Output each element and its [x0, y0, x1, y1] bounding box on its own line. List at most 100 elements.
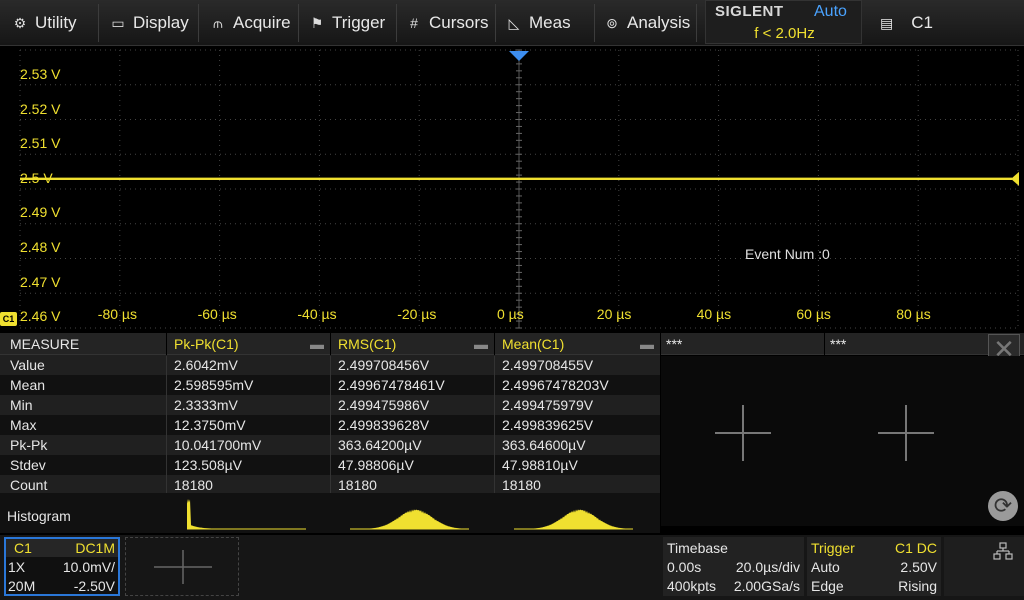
top-menu-bar: ⚙ Utility ▭ Display ⫙ Acquire ⚑ Trigger … — [0, 0, 1024, 46]
waveform-display[interactable]: 2.53 V 2.52 V 2.51 V 2.5 V 2.49 V 2.48 V 2.47 … — [0, 48, 1024, 330]
measure-value: 363.64600µV — [502, 437, 586, 453]
voltage-label: 2.52 V — [20, 100, 61, 117]
measure-row-label: Max — [10, 417, 37, 433]
vertical-scale: 10.0mV/ — [62, 559, 115, 575]
column-menu-icon: ▬ — [474, 336, 488, 352]
network-icon — [993, 542, 1013, 560]
measure-row-label: Stdev — [10, 457, 46, 473]
time-label: -20 µs — [397, 306, 437, 322]
trigger-type: Edge — [811, 578, 844, 594]
measure-value: 18180 — [338, 477, 377, 493]
column-menu-icon: ▬ — [640, 336, 654, 352]
menu-analysis[interactable]: ⊚ Analysis — [604, 0, 690, 46]
measure-header: MEASURE — [0, 333, 166, 355]
measure-row-label: Pk-Pk — [10, 437, 48, 453]
histogram-pkpk — [187, 499, 306, 530]
measure-value: 363.64200µV — [338, 437, 422, 453]
menu-separator — [696, 4, 697, 42]
measure-row-label: Count — [10, 477, 48, 493]
timebase-info[interactable]: Timebase 0.00s 20.0µs/div 400kpts 2.00GS… — [663, 537, 804, 596]
measure-column-mean[interactable]: Mean(C1) ▬ — [495, 333, 660, 355]
menu-cursors[interactable]: # Cursors — [406, 0, 489, 46]
time-label: 60 µs — [796, 306, 831, 322]
trigger-mode-status: Auto — [814, 3, 847, 20]
menu-acquire[interactable]: ⫙ Acquire — [210, 0, 291, 46]
menu-separator — [98, 4, 99, 42]
measure-column-pkpk[interactable]: Pk-Pk(C1) ▬ — [167, 333, 330, 355]
menu-separator — [495, 4, 496, 42]
channel-1-info[interactable]: C1 DC1M 1X 10.0mV/ 20M -2.50V — [4, 537, 120, 596]
menu-cursors-label: Cursors — [429, 13, 489, 32]
empty-measure-slots — [661, 356, 1024, 526]
measure-column-rms[interactable]: RMS(C1) ▬ — [331, 333, 494, 355]
channel-offset-marker[interactable]: C1 — [0, 312, 17, 326]
measure-value: 2.499708455V — [502, 357, 594, 373]
bandwidth-limit: 20M — [8, 578, 36, 594]
trigger-slope: Rising — [898, 578, 937, 594]
trigger-source: C1 DC — [894, 540, 937, 556]
time-label: 80 µs — [896, 306, 931, 322]
measure-row-label: Value — [10, 357, 45, 373]
trigger-title: Trigger — [811, 540, 855, 556]
measurement-panel: MEASURE Pk-Pk(C1) ▬ RMS(C1) ▬ Mean(C1) ▬ **… — [0, 333, 1024, 533]
histogram-row: Histogram — [0, 493, 660, 533]
measure-value: 18180 — [174, 477, 213, 493]
trigger-info[interactable]: Trigger C1 DC Auto 2.50V Edge Rising — [807, 537, 941, 596]
menu-trigger[interactable]: ⚑ Trigger — [309, 0, 386, 46]
measure-row-label: Mean — [10, 377, 46, 393]
measure-value: 2.3333mV — [174, 397, 238, 413]
time-label: 0 µs — [497, 306, 524, 322]
monitor-icon: ▭ — [111, 14, 125, 31]
measure-value: 2.499839625V — [502, 417, 594, 433]
voltage-label: 2.53 V — [20, 66, 61, 82]
measure-value: 47.98806µV — [338, 457, 414, 473]
channel-coupling: DC1M — [75, 540, 115, 556]
menu-utility[interactable]: ⚙ Utility — [12, 0, 77, 46]
network-status[interactable] — [944, 537, 1024, 596]
histogram-area — [350, 509, 469, 529]
histogram-mean — [514, 509, 633, 530]
measure-icon: ◺ — [508, 14, 520, 31]
menu-meas-label: Meas — [529, 13, 571, 32]
histogram-area — [514, 509, 633, 529]
gear-icon: ⚙ — [13, 14, 27, 31]
voltage-label: 2.46 V — [20, 308, 61, 325]
measure-column-mean-label: Mean(C1) — [502, 336, 565, 352]
menu-meas[interactable]: ◺ Meas — [506, 0, 571, 46]
event-number: Event Num :0 — [745, 246, 830, 262]
voltage-label: 2.48 V — [20, 239, 61, 255]
acquire-icon: ⫙ — [213, 14, 223, 31]
measure-row-label: Min — [10, 397, 33, 413]
add-slot-graphics — [715, 405, 934, 461]
voltage-label: 2.51 V — [20, 135, 61, 152]
sample-rate: 2.00GSa/s — [733, 578, 800, 594]
trigger-mode: Auto — [811, 559, 840, 575]
document-icon: ▤ — [880, 14, 894, 31]
menu-trigger-label: Trigger — [332, 13, 386, 32]
reset-statistics-button[interactable]: ⟳ — [988, 491, 1018, 521]
menu-separator — [198, 4, 199, 42]
measure-value: 2.499475986V — [338, 397, 430, 413]
menu-display-label: Display — [133, 13, 189, 32]
probe-attenuation: 1X — [8, 559, 26, 575]
measure-slot-empty-2[interactable]: *** — [825, 333, 987, 355]
add-channel-button[interactable] — [125, 537, 239, 596]
channel-selector[interactable]: ▤ C1 — [880, 0, 933, 46]
time-label: -60 µs — [197, 306, 237, 322]
menu-display[interactable]: ▭ Display — [110, 0, 189, 46]
measure-value: 2.49967478461V — [338, 377, 445, 393]
timebase-scale: 20.0µs/div — [735, 559, 800, 575]
timebase-delay: 0.00s — [667, 559, 702, 575]
trigger-level: 2.50V — [900, 559, 937, 575]
measure-value: 12.3750mV — [174, 417, 246, 433]
cursor-cross-icon: # — [410, 15, 418, 31]
menu-acquire-label: Acquire — [233, 13, 291, 32]
measure-value: 47.98810µV — [502, 457, 578, 473]
voltage-label: 2.49 V — [20, 204, 61, 221]
channel-selector-label: C1 — [911, 13, 933, 32]
menu-utility-label: Utility — [35, 13, 77, 32]
histogram-rms — [350, 509, 469, 530]
trigger-status-box[interactable]: SIGLENT Auto f < 2.0Hz — [705, 0, 862, 44]
measure-slot-empty-1[interactable]: *** — [661, 333, 824, 355]
measure-column-rms-label: RMS(C1) — [338, 336, 397, 352]
